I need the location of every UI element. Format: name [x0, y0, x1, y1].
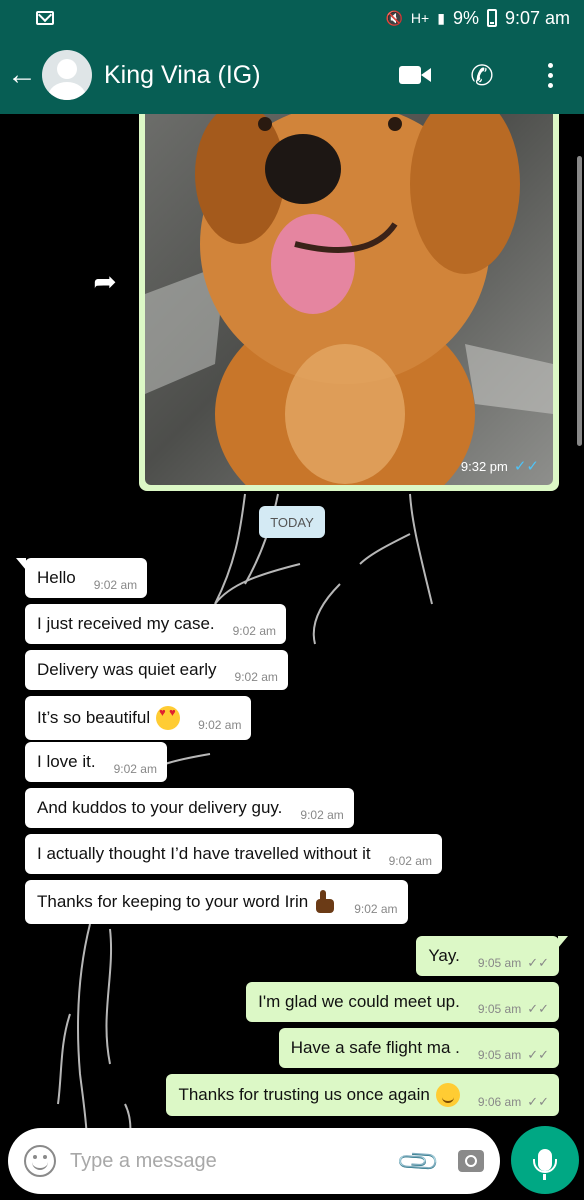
message-time: 9:02 am: [93, 578, 138, 592]
delivered-ticks-icon: ✓✓: [527, 1094, 549, 1109]
message-text: I love it.: [37, 752, 96, 771]
contact-name[interactable]: King Vina (IG): [104, 61, 261, 90]
smiling-emoji-icon: [435, 1083, 460, 1107]
image-time: 9:32 pm: [460, 458, 508, 474]
incoming-message[interactable]: And kuddos to your delivery guy. 9:02 am: [25, 788, 354, 828]
delivered-ticks-icon: ✓✓: [527, 1001, 549, 1016]
voice-record-button[interactable]: [511, 1126, 579, 1194]
message-text: Yay.: [428, 946, 460, 965]
message-text: Thanks for trusting us once again: [178, 1085, 430, 1104]
message-text: I just received my case.: [37, 614, 215, 633]
outgoing-message[interactable]: Have a safe flight ma . 9:05 am ✓✓: [278, 1028, 559, 1068]
video-call-icon: [399, 66, 431, 84]
smiley-icon[interactable]: [24, 1145, 56, 1177]
dog-illustration: [145, 114, 553, 485]
clock: 9:07 am: [504, 7, 570, 28]
incoming-message[interactable]: It’s so beautiful 9:02 am: [25, 696, 252, 740]
message-time: 9:02 am: [300, 808, 344, 822]
menu-button[interactable]: [516, 36, 584, 114]
delivered-ticks-icon: ✓✓: [527, 955, 549, 970]
message-text: Have a safe flight ma .: [290, 1038, 460, 1057]
mute-icon: 🔇: [385, 9, 403, 26]
attach-icon[interactable]: 📎: [395, 1137, 443, 1185]
heart-eyes-emoji-icon: [156, 706, 181, 730]
image-timestamp: 9:32 pm ✓✓: [461, 457, 539, 475]
message-time: 9:02 am: [232, 624, 276, 638]
message-time: 9:02 am: [198, 718, 242, 732]
voice-call-button[interactable]: ✆: [448, 36, 516, 114]
message-time: 9:02 am: [354, 902, 398, 916]
back-arrow-icon[interactable]: ←: [2, 36, 42, 114]
message-text: Thanks for keeping to your word Irin: [37, 892, 309, 911]
menu-icon: [547, 62, 553, 88]
incoming-message[interactable]: Thanks for keeping to your word Irin 9:0…: [25, 880, 408, 924]
message-text: And kuddos to your delivery guy.: [37, 798, 283, 817]
outgoing-message[interactable]: Yay. 9:05 am ✓✓: [416, 936, 568, 976]
message-composer: 📎: [8, 1128, 500, 1194]
read-ticks-icon: ✓✓: [513, 458, 539, 475]
status-bar: 🔇 H+ ▮ 9% 9:07 am: [0, 0, 584, 36]
thumbs-up-emoji-icon: [314, 890, 336, 914]
message-time: 9:05 am: [477, 1002, 522, 1016]
message-input[interactable]: [70, 1149, 402, 1173]
message-time: 9:05 am: [477, 1048, 522, 1062]
incoming-message[interactable]: I love it. 9:02 am: [25, 742, 167, 782]
camera-icon[interactable]: [458, 1150, 484, 1172]
signal-icon: ▮: [437, 9, 445, 26]
date-divider: TODAY: [259, 506, 325, 538]
message-text: Delivery was quiet early: [37, 660, 217, 679]
message-time: 9:06 am: [477, 1095, 522, 1109]
incoming-message[interactable]: Delivery was quiet early 9:02 am: [25, 650, 288, 690]
chat-area[interactable]: ➦ 9:32 pm ✓✓ TODAY Hello 9:02 am I just …: [0, 114, 584, 1200]
mail-icon: [36, 11, 54, 25]
battery-icon: [486, 9, 497, 27]
mic-icon: [533, 1149, 557, 1180]
scrollbar[interactable]: [577, 156, 582, 446]
status-right: 🔇 H+ ▮ 9% 9:07 am: [385, 8, 570, 29]
message-text: Hello: [37, 568, 76, 587]
video-call-button[interactable]: [380, 36, 448, 114]
avatar[interactable]: [42, 50, 92, 100]
dog-photo[interactable]: 9:32 pm ✓✓: [145, 114, 553, 485]
outgoing-message[interactable]: Thanks for trusting us once again 9:06 a…: [166, 1074, 559, 1116]
image-message[interactable]: 9:32 pm ✓✓: [139, 114, 559, 491]
incoming-message[interactable]: I just received my case. 9:02 am: [25, 604, 286, 644]
delivered-ticks-icon: ✓✓: [527, 1047, 549, 1062]
chat-header: ← King Vina (IG) ✆: [0, 36, 584, 114]
outgoing-message[interactable]: I'm glad we could meet up. 9:05 am ✓✓: [246, 982, 559, 1022]
incoming-message[interactable]: Hello 9:02 am: [15, 558, 148, 598]
message-text: I'm glad we could meet up.: [258, 992, 460, 1011]
message-time: 9:02 am: [113, 762, 157, 776]
incoming-message[interactable]: I actually thought I’d have travelled wi…: [25, 834, 442, 874]
message-time: 9:02 am: [234, 670, 278, 684]
phone-icon: ✆: [470, 59, 494, 91]
message-time: 9:05 am: [477, 956, 522, 970]
message-text: It’s so beautiful: [37, 708, 151, 727]
battery-percent: 9%: [452, 7, 479, 28]
network-type: H+: [410, 10, 430, 26]
message-text: I actually thought I’d have travelled wi…: [37, 844, 371, 863]
header-actions: ✆: [380, 36, 584, 114]
forward-icon[interactable]: ➦: [88, 264, 122, 298]
message-time: 9:02 am: [388, 854, 432, 868]
